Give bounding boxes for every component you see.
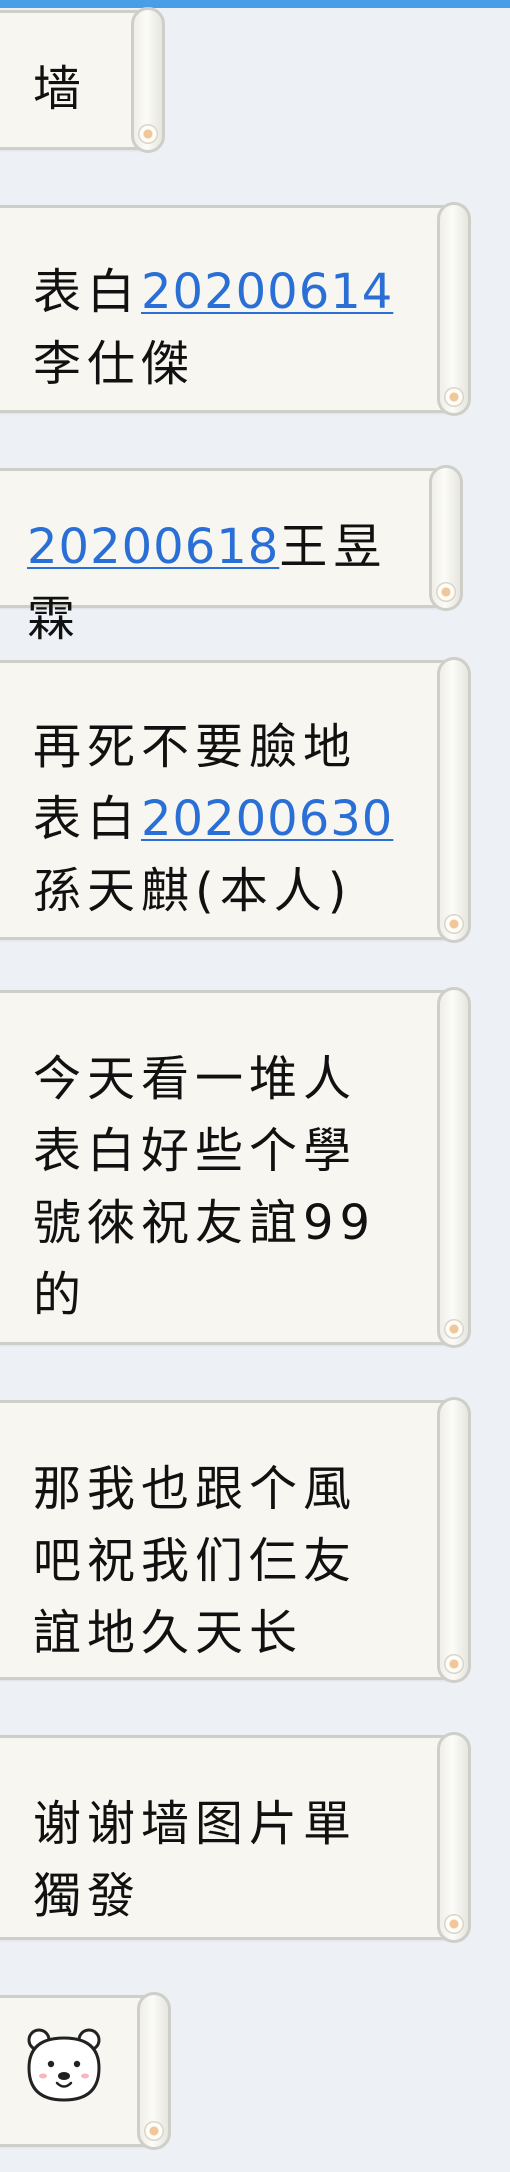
message-text: 那我也跟个風吧祝我们仨友誼地久天长 [33,1461,358,1661]
message-bubble[interactable]: 再死不要臉地表白20200630孫天麒(本人) [0,657,471,943]
message-text: 孫天麒(本人) [33,863,353,919]
scroll-roller-icon [131,7,165,153]
message-link[interactable]: 20200614 [141,264,393,320]
message-text: 表白 [33,264,142,320]
message-bubble[interactable]: 表白20200614 李仕傑 [0,202,471,416]
message-text: 今天看一堆人表白好些个學號徠祝友誼99的 [33,1051,377,1323]
scroll-roller-icon [429,465,463,611]
scroll-roller-icon [437,1732,471,1943]
scroll-roller-icon [137,1992,171,2150]
message-bubble[interactable]: 今天看一堆人表白好些个學號徠祝友誼99的 [0,987,471,1348]
sticker-bubble[interactable] [0,1992,171,2150]
scroll-roller-icon [437,987,471,1348]
message-bubble[interactable]: 那我也跟个風吧祝我们仨友誼地久天长 [0,1397,471,1683]
scroll-roller-icon [437,202,471,416]
scroll-roller-icon [437,657,471,943]
message-link[interactable]: 20200618 [27,519,279,575]
message-bubble[interactable]: 20200618王昱霖 [0,465,463,647]
scroll-roller-icon [437,1397,471,1683]
message-bubble[interactable]: 墙 [0,7,165,153]
message-text: 墙 [33,61,88,117]
polar-bear-sticker-icon [27,2028,101,2102]
message-link[interactable]: 20200630 [141,791,393,847]
message-text: 谢谢墙图片單獨發 [33,1796,358,1924]
message-text: 李仕傑 [33,336,196,392]
top-accent-bar [0,0,510,8]
message-bubble[interactable]: 谢谢墙图片單獨發 [0,1732,471,1943]
